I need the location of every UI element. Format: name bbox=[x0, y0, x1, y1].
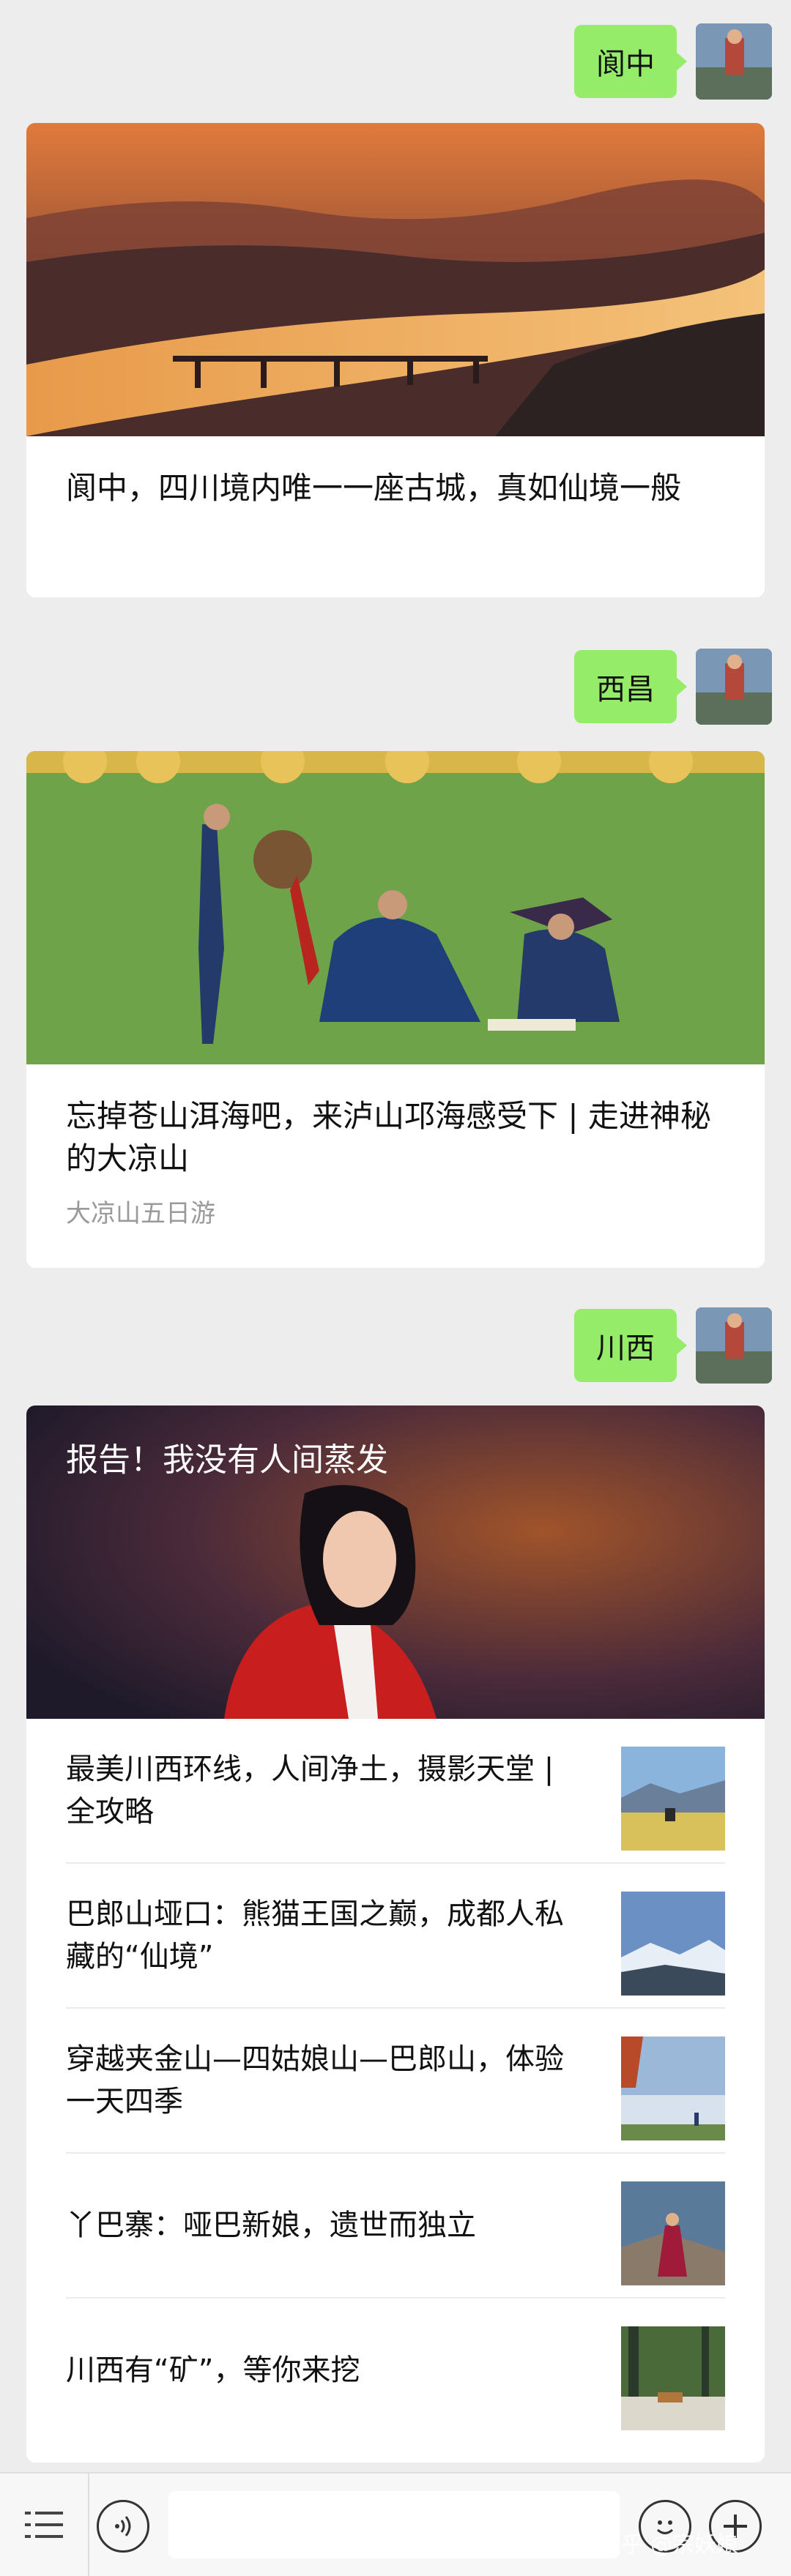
cover-image bbox=[26, 123, 765, 436]
message-row: 西昌 bbox=[574, 649, 772, 725]
list-item[interactable]: 丫巴寨：哑巴新娘，遗世而独立 bbox=[66, 2154, 725, 2299]
article-title: 忘掉苍山洱海吧，来泸山邛海感受下 | 走进神秘的大凉山 bbox=[66, 1098, 711, 1176]
message-input[interactable] bbox=[168, 2491, 620, 2558]
list-item-title: 巴郎山垭口：熊猫王国之巅，成都人私藏的“仙境” bbox=[66, 1897, 564, 1974]
message-bubble[interactable]: 西昌 bbox=[574, 650, 687, 723]
user-avatar[interactable] bbox=[696, 649, 772, 725]
watermark: 知乎 @宗妖娘 bbox=[599, 2532, 738, 2558]
list-item-title: 川西有“矿”，等你来挖 bbox=[66, 2353, 360, 2387]
article-card[interactable]: 忘掉苍山洱海吧，来泸山邛海感受下 | 走进神秘的大凉山 大凉山五日游 bbox=[26, 751, 765, 1268]
list-item-thumbnail bbox=[621, 1747, 725, 1851]
message-row: 川西 bbox=[574, 1307, 772, 1384]
divider bbox=[88, 2474, 89, 2576]
list-item[interactable]: 穿越夹金山—四姑娘山—巴郎山，体验一天四季 bbox=[66, 2009, 725, 2154]
list-item-thumbnail bbox=[621, 2326, 725, 2430]
message-bubble[interactable]: 川西 bbox=[574, 1309, 687, 1382]
list-item-thumbnail bbox=[621, 2036, 725, 2140]
user-avatar[interactable] bbox=[696, 1307, 772, 1384]
list-item[interactable]: 川西有“矿”，等你来挖 bbox=[66, 2299, 725, 2442]
message-bubble[interactable]: 阆中 bbox=[574, 25, 687, 98]
list-item-title: 最美川西环线，人间净土，摄影天堂 | 全攻略 bbox=[66, 1752, 554, 1829]
article-title: 阆中，四川境内唯一一座古城，真如仙境一般 bbox=[66, 470, 682, 506]
multi-article-card: 报告！我没有人间蒸发 最美川西环线，人间净土，摄影天堂 | 全攻略 巴郎山垭口：… bbox=[26, 1405, 765, 2463]
voice-icon[interactable] bbox=[97, 2500, 149, 2553]
hero-title: 报告！我没有人间蒸发 bbox=[66, 1441, 388, 1479]
list-item[interactable]: 最美川西环线，人间净土，摄影天堂 | 全攻略 bbox=[66, 1719, 725, 1864]
menu-icon[interactable] bbox=[22, 2503, 66, 2547]
chat-input-bar: 知乎 @宗妖娘 bbox=[0, 2472, 791, 2576]
list-item-title: 穿越夹金山—四姑娘山—巴郎山，体验一天四季 bbox=[66, 2042, 564, 2118]
article-card[interactable]: 阆中，四川境内唯一一座古城，真如仙境一般 bbox=[26, 123, 765, 597]
user-avatar[interactable] bbox=[696, 23, 772, 100]
list-item-thumbnail bbox=[621, 1892, 725, 1996]
cover-image bbox=[26, 751, 765, 1064]
list-item[interactable]: 巴郎山垭口：熊猫王国之巅，成都人私藏的“仙境” bbox=[66, 1864, 725, 2009]
hero-image[interactable]: 报告！我没有人间蒸发 bbox=[26, 1405, 765, 1719]
list-item-title: 丫巴寨：哑巴新娘，遗世而独立 bbox=[66, 2209, 476, 2242]
article-summary: 大凉山五日游 bbox=[66, 1199, 215, 1228]
message-row: 阆中 bbox=[574, 23, 772, 100]
list-item-thumbnail bbox=[621, 2181, 725, 2285]
